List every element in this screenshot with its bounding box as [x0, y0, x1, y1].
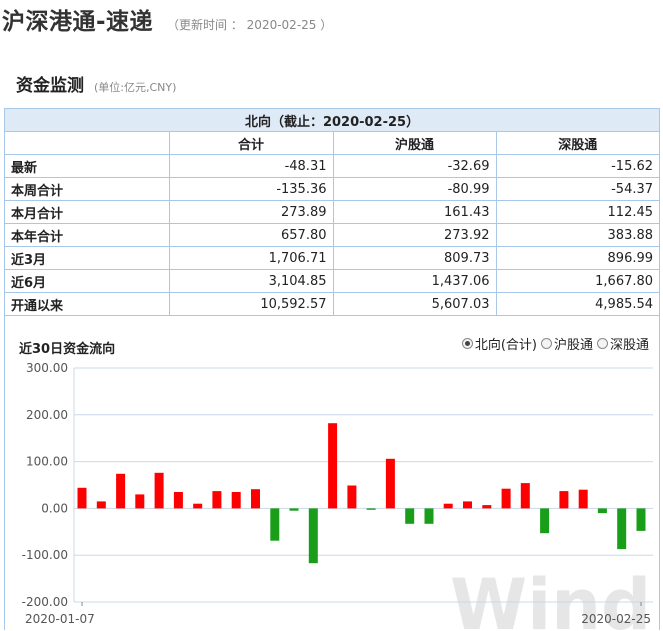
bar [463, 501, 472, 509]
bar [578, 489, 588, 509]
bar [77, 487, 87, 509]
bar [385, 458, 395, 509]
update-time: （更新时间 ： 2020-02-25 ） [167, 18, 333, 32]
bar [540, 508, 550, 534]
bar [289, 508, 299, 511]
page-title: 沪深港通-速递 [2, 9, 154, 35]
x-tick-label-start: 2020-01-07 [25, 612, 95, 626]
bar [520, 483, 530, 509]
bar [96, 501, 106, 509]
page-header: 沪深港通-速递 （更新时间 ： 2020-02-25 ） [2, 2, 332, 42]
flow-chart: Wind300.00200.00100.000.00-100.00-200.00… [22, 361, 653, 631]
bar [617, 508, 627, 550]
bar [347, 485, 357, 509]
bar [173, 492, 183, 509]
bar [559, 491, 569, 509]
bar [482, 505, 492, 509]
bar [636, 508, 646, 531]
bar [405, 508, 415, 524]
x-tick-label-end: 2020-02-25 [581, 612, 651, 626]
bar [116, 473, 126, 509]
bar [251, 489, 260, 509]
bar [443, 503, 453, 509]
section-unit: (单位:亿元,CNY) [94, 81, 177, 94]
y-tick-label: -100.00 [22, 548, 68, 562]
bar [231, 492, 241, 509]
bar [328, 423, 338, 509]
bar [154, 472, 164, 509]
y-tick-label: 300.00 [26, 361, 68, 375]
bar [270, 508, 280, 541]
bar [424, 508, 434, 524]
bar [193, 503, 203, 509]
monitor-panel: 北向（截止：2020-02-25） 合计 沪股通 深股通 最新 -48.31 -32… [4, 108, 660, 631]
y-tick-label: 200.00 [26, 408, 68, 422]
bar [212, 491, 222, 509]
y-tick-label: -200.00 [22, 595, 68, 609]
y-tick-label: 0.00 [41, 501, 68, 515]
bar [597, 508, 607, 514]
bar [135, 494, 145, 509]
bar [366, 508, 376, 510]
y-tick-label: 100.00 [26, 455, 68, 469]
bar [308, 508, 318, 564]
section-title: 资金监测 [16, 76, 84, 96]
bar [501, 488, 511, 509]
section-header: 资金监测 (单位:亿元,CNY) [16, 71, 176, 96]
